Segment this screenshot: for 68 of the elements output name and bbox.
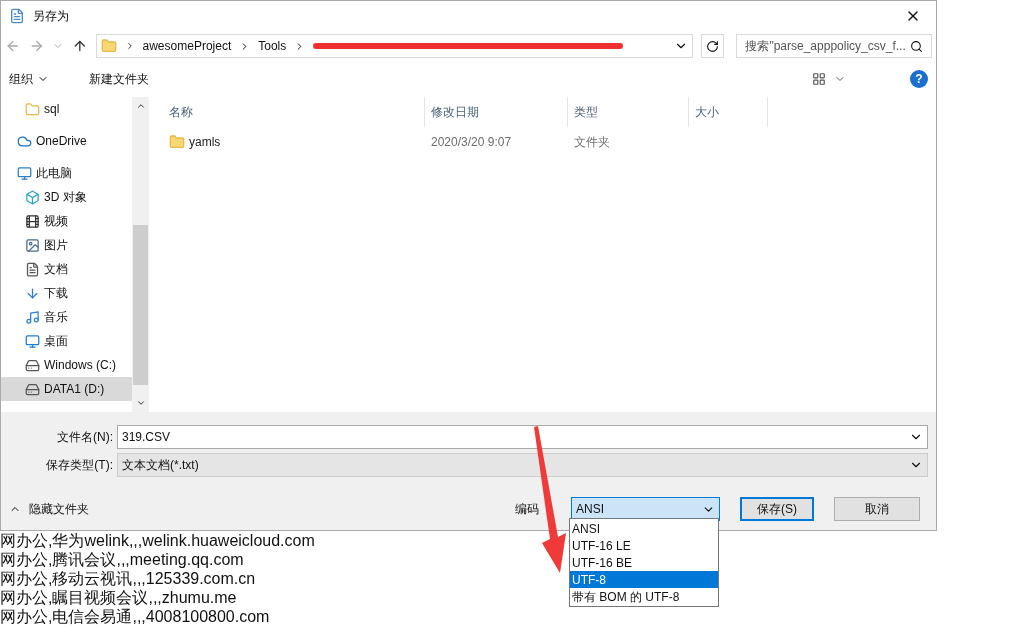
field-label: 保存类型(T): [45,457,113,474]
image-icon [25,237,40,253]
encoding-option[interactable]: ANSI [570,520,718,537]
cloud-icon [17,133,32,149]
field-label: 文件名(N): [56,429,113,446]
folder-icon [25,101,40,117]
file-row[interactable]: yamls 2020/3/20 9:07 文件夹 [149,127,936,157]
nav-item[interactable]: 视频 [1,209,132,233]
column-header[interactable]: 修改日期 [425,97,568,127]
refresh-icon [706,39,720,53]
filename-field[interactable]: 319.CSV [117,425,928,449]
music-icon [25,309,40,325]
encoding-option[interactable]: 带有 BOM 的 UTF-8 [570,588,718,605]
nav-item[interactable]: 3D 对象 [1,185,132,209]
document-icon [25,261,40,277]
encoding-option[interactable]: UTF-8 [570,571,718,588]
film-icon [25,213,40,229]
encoding-option[interactable]: UTF-16 LE [570,537,718,554]
encoding-option[interactable]: UTF-16 BE [570,554,718,571]
filetype-dropdown[interactable]: 文本文档(*.txt) [117,453,928,477]
column-header[interactable]: 大小 [689,97,768,127]
folder-icon [100,38,117,54]
new-folder-button[interactable]: 新建文件夹 [89,70,149,88]
text-line: 网办公,腾讯会议,,,meeting.qq.com [0,550,244,569]
nav-scrollbar[interactable] [132,97,149,412]
cube-icon [25,189,40,205]
nav-item[interactable]: 图片 [1,233,132,257]
text-line: 网办公,瞩目视频会议,,,zhumu.me [0,588,237,607]
breadcrumb[interactable]: Tools [258,37,287,55]
nav-item[interactable]: Windows (C:) [1,353,132,377]
nav-item[interactable]: 桌面 [1,329,132,353]
drive-icon [25,357,40,373]
column-header[interactable]: 名称 [149,97,425,127]
folder-icon [169,134,185,150]
nav-item[interactable]: 下载 [1,281,132,305]
help-button[interactable]: ? [910,70,928,88]
encoding-dropdown[interactable]: ANSI [571,497,720,521]
desktop-icon [25,333,40,349]
nav-item[interactable]: OneDrive [1,129,132,153]
refresh-button[interactable] [700,34,725,58]
nav-item[interactable]: 音乐 [1,305,132,329]
column-header[interactable]: 类型 [568,97,689,127]
window-title: 另存为 [33,8,69,25]
organize-menu[interactable]: 组织 [9,70,49,88]
nav-item[interactable]: DATA1 (D:) [1,377,132,401]
view-button[interactable] [812,72,846,86]
save-button[interactable]: 保存(S) [740,497,814,521]
nav-item[interactable]: 文档 [1,257,132,281]
breadcrumb[interactable]: awesomeProject [142,37,232,55]
nav-item[interactable]: sql [1,97,132,121]
search-field[interactable]: 搜索"parse_apppolicy_csv_f... [736,34,932,58]
text-line: 网办公,移动云视讯,,,125339.com.cn [0,569,256,588]
search-icon [910,39,923,53]
download-icon [25,285,40,301]
address-bar[interactable]: awesomeProject Tools [95,34,693,58]
cancel-button[interactable]: 取消 [834,497,920,521]
text-line: 网办公,华为welink,,,welink.huaweicloud.com [0,531,315,550]
encoding-label: 编码 [515,501,539,518]
drive-icon [25,381,40,397]
scroll-down-icon[interactable] [135,398,146,408]
hide-folders-toggle[interactable]: 隐藏文件夹 [9,500,89,518]
grid-icon [812,72,826,86]
monitor-icon [17,165,32,181]
nav-item[interactable]: 此电脑 [1,161,132,185]
notepad-icon [9,8,25,24]
text-line: 网办公,电信会易通,,,4008100800.com [0,607,270,626]
scroll-up-icon[interactable] [135,101,146,111]
scroll-thumb[interactable] [133,224,148,385]
